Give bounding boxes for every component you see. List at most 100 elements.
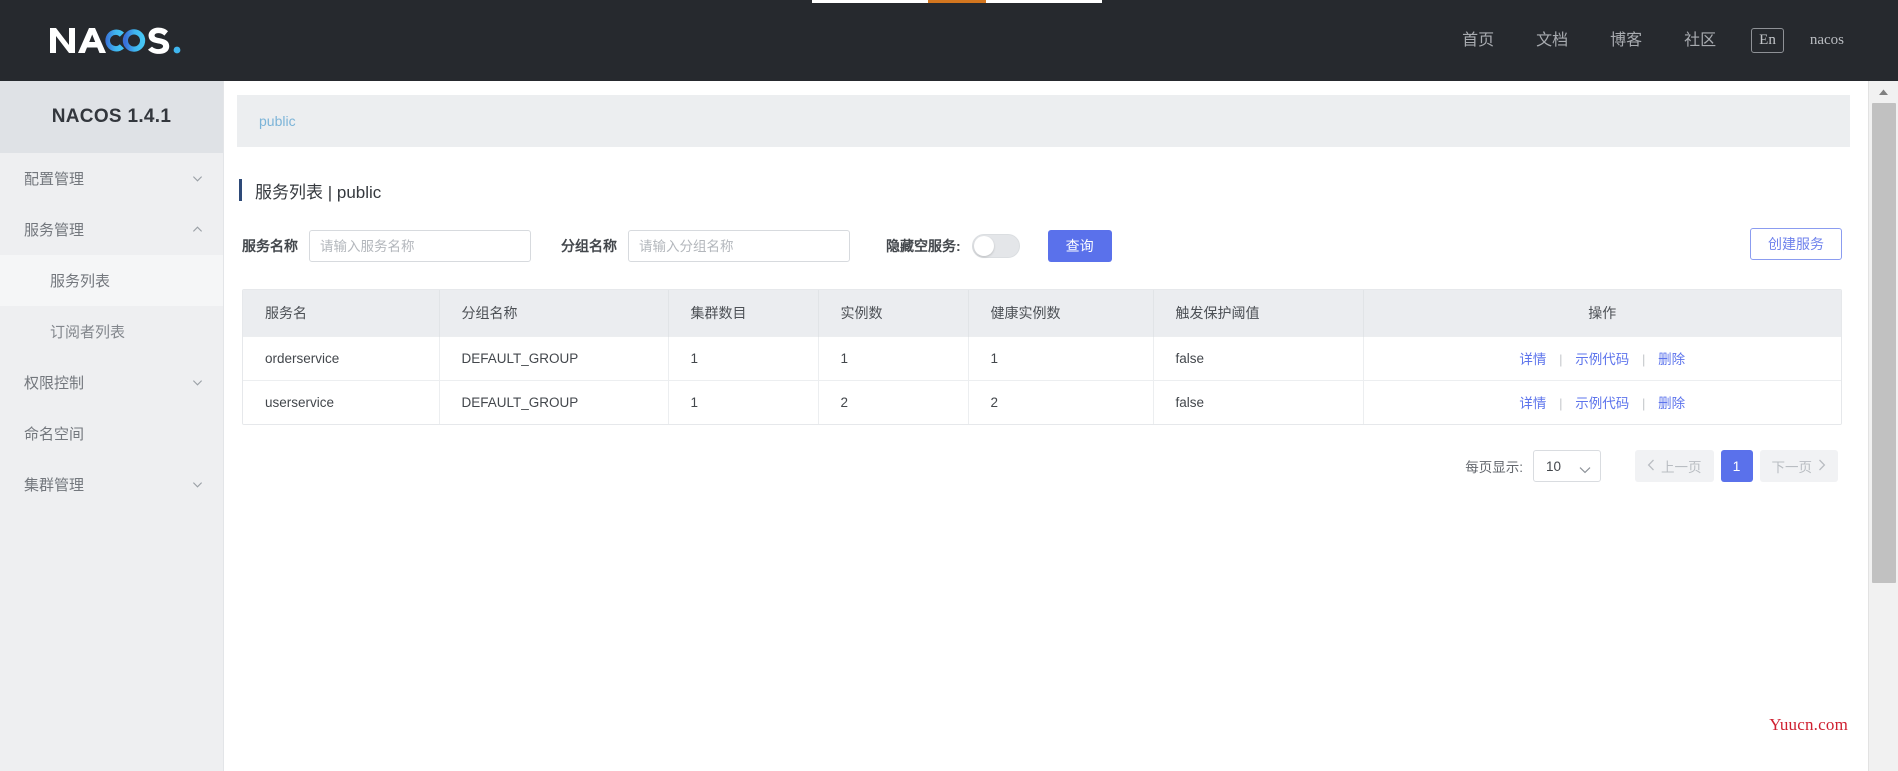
chevron-down-icon — [192, 479, 203, 490]
sidebar-item-label: 集群管理 — [24, 477, 85, 494]
action-separator: | — [1559, 352, 1563, 367]
sidebar-item-subscriber-list[interactable]: 订阅者列表 — [0, 306, 223, 357]
breadcrumb-namespace-link[interactable]: public — [259, 113, 296, 129]
sidebar: NACOS 1.4.1 配置管理 服务管理 服务列表 订阅者列表 权限控制 命名… — [0, 81, 224, 771]
cell-operations: 详情 | 示例代码 | 删除 — [1363, 335, 1841, 380]
sidebar-menu: 配置管理 服务管理 服务列表 订阅者列表 权限控制 命名空间 集群管理 — [0, 153, 223, 510]
cell-healthy-count: 2 — [968, 379, 1154, 424]
sidebar-item-label: 服务列表 — [50, 273, 111, 290]
nav-link-blog[interactable]: 博客 — [1589, 0, 1663, 81]
language-switch-button[interactable]: En — [1751, 27, 1784, 54]
sidebar-item-namespace[interactable]: 命名空间 — [0, 408, 223, 459]
action-separator: | — [1559, 396, 1563, 412]
chrome-tab-accent — [928, 0, 986, 3]
column-header-group-name: 分组名称 — [439, 290, 669, 336]
column-header-healthy-count: 健康实例数 — [968, 290, 1154, 336]
nav-link-home[interactable]: 首页 — [1441, 0, 1515, 81]
sidebar-item-label: 权限控制 — [24, 375, 85, 392]
sidebar-item-label: 命名空间 — [24, 426, 85, 443]
sidebar-item-cluster-management[interactable]: 集群管理 — [0, 459, 223, 510]
service-table-wrapper: 服务名 分组名称 集群数目 实例数 健康实例数 触发保护阈值 操作 orders… — [242, 289, 1842, 425]
nav-links: 首页 文档 博客 社区 En nacos — [1441, 0, 1878, 81]
watermark: Yuucn.com — [1769, 715, 1848, 734]
prev-page-label: 上一页 — [1661, 460, 1702, 475]
cell-group-name: DEFAULT_GROUP — [439, 335, 669, 380]
cell-cluster-count: 1 — [668, 379, 819, 424]
title-accent-bar — [239, 179, 242, 201]
group-name-input[interactable] — [628, 230, 850, 262]
table-row: userservice DEFAULT_GROUP 1 2 2 false 详情… — [243, 379, 1841, 424]
user-menu[interactable]: nacos — [1802, 0, 1878, 81]
column-header-cluster-count: 集群数目 — [668, 290, 819, 336]
service-name-input[interactable] — [309, 230, 531, 262]
chevron-down-icon — [192, 173, 203, 184]
sidebar-item-service-management[interactable]: 服务管理 — [0, 204, 223, 255]
nav-link-community[interactable]: 社区 — [1663, 0, 1737, 81]
cell-instance-count: 1 — [818, 335, 969, 380]
page-title: 服务列表 | public — [237, 177, 1850, 203]
table-header-row: 服务名 分组名称 集群数目 实例数 健康实例数 触发保护阈值 操作 — [243, 290, 1841, 336]
page-size-select[interactable]: 10 — [1533, 450, 1601, 482]
sample-code-link[interactable]: 示例代码 — [1575, 396, 1629, 411]
cell-group-name: DEFAULT_GROUP — [439, 379, 669, 424]
sidebar-item-permission-control[interactable]: 权限控制 — [0, 357, 223, 408]
cell-service-name: orderservice — [243, 335, 440, 380]
per-page-label: 每页显示: — [1465, 460, 1523, 475]
next-page-button[interactable]: 下一页 — [1759, 450, 1838, 482]
page-number-1[interactable]: 1 — [1720, 450, 1753, 482]
chevron-left-icon — [1647, 459, 1655, 474]
page-size-value: 10 — [1546, 458, 1562, 474]
detail-link[interactable]: 详情 — [1519, 396, 1546, 411]
detail-link[interactable]: 详情 — [1519, 352, 1546, 367]
chevron-right-icon — [1818, 459, 1826, 474]
scrollbar-thumb[interactable] — [1872, 103, 1896, 583]
group-name-label: 分组名称 — [561, 238, 617, 254]
sidebar-version-title: NACOS 1.4.1 — [0, 81, 223, 153]
page-title-text: 服务列表 | public — [255, 182, 382, 202]
sidebar-item-service-list[interactable]: 服务列表 — [0, 255, 223, 306]
browser-chrome-sliver — [0, 0, 1898, 4]
table-body: orderservice DEFAULT_GROUP 1 1 1 false 详… — [243, 335, 1841, 424]
column-header-operation: 操作 — [1363, 290, 1841, 336]
vertical-scrollbar[interactable] — [1868, 81, 1898, 771]
chevron-down-icon — [1579, 462, 1591, 474]
service-name-label: 服务名称 — [242, 238, 298, 254]
pagination-buttons: 上一页 1 下一页 — [1635, 450, 1838, 482]
main-content: public 服务列表 | public 服务名称 分组名称 隐藏空服务: 查询 — [225, 81, 1868, 771]
sidebar-item-label: 配置管理 — [24, 171, 85, 188]
table-row: orderservice DEFAULT_GROUP 1 1 1 false 详… — [243, 335, 1841, 380]
hide-empty-service-label: 隐藏空服务: — [886, 238, 961, 254]
service-table: 服务名 分组名称 集群数目 实例数 健康实例数 触发保护阈值 操作 orders… — [243, 290, 1841, 424]
query-button[interactable]: 查询 — [1047, 230, 1112, 262]
sample-code-link[interactable]: 示例代码 — [1575, 352, 1629, 367]
scroll-up-arrow-icon[interactable] — [1869, 81, 1898, 103]
delete-link[interactable]: 删除 — [1658, 396, 1685, 411]
sidebar-item-label: 订阅者列表 — [50, 324, 126, 341]
cell-service-name: userservice — [243, 379, 440, 424]
action-separator: | — [1642, 396, 1646, 412]
pagination: 每页显示: 10 上一页 1 下一页 — [237, 450, 1838, 482]
breadcrumb: public — [237, 95, 1850, 147]
column-header-instance-count: 实例数 — [818, 290, 969, 336]
prev-page-button[interactable]: 上一页 — [1635, 450, 1714, 482]
top-navigation-bar: 首页 文档 博客 社区 En nacos — [0, 0, 1898, 81]
cell-cluster-count: 1 — [668, 335, 819, 380]
sidebar-item-config-management[interactable]: 配置管理 — [0, 153, 223, 204]
hide-empty-service-toggle[interactable] — [971, 234, 1020, 258]
cell-protect-threshold: false — [1153, 335, 1364, 380]
column-header-service-name: 服务名 — [243, 290, 440, 336]
cell-healthy-count: 1 — [968, 335, 1154, 380]
action-separator: | — [1642, 352, 1646, 367]
filter-toolbar: 服务名称 分组名称 隐藏空服务: 查询 创建服务 — [237, 227, 1850, 265]
cell-instance-count: 2 — [818, 379, 969, 424]
toggle-knob — [973, 236, 994, 256]
content-inner: public 服务列表 | public 服务名称 分组名称 隐藏空服务: 查询 — [225, 81, 1868, 482]
delete-link[interactable]: 删除 — [1658, 352, 1685, 367]
column-header-protect-threshold: 触发保护阈值 — [1153, 290, 1364, 336]
nav-link-docs[interactable]: 文档 — [1515, 0, 1589, 81]
cell-operations: 详情 | 示例代码 | 删除 — [1363, 379, 1841, 424]
create-service-button[interactable]: 创建服务 — [1750, 228, 1842, 260]
chevron-down-icon — [192, 377, 203, 388]
nacos-logo[interactable] — [48, 20, 218, 60]
app-viewport: 首页 文档 博客 社区 En nacos NACOS 1.4.1 配置管理 服务… — [0, 0, 1898, 771]
